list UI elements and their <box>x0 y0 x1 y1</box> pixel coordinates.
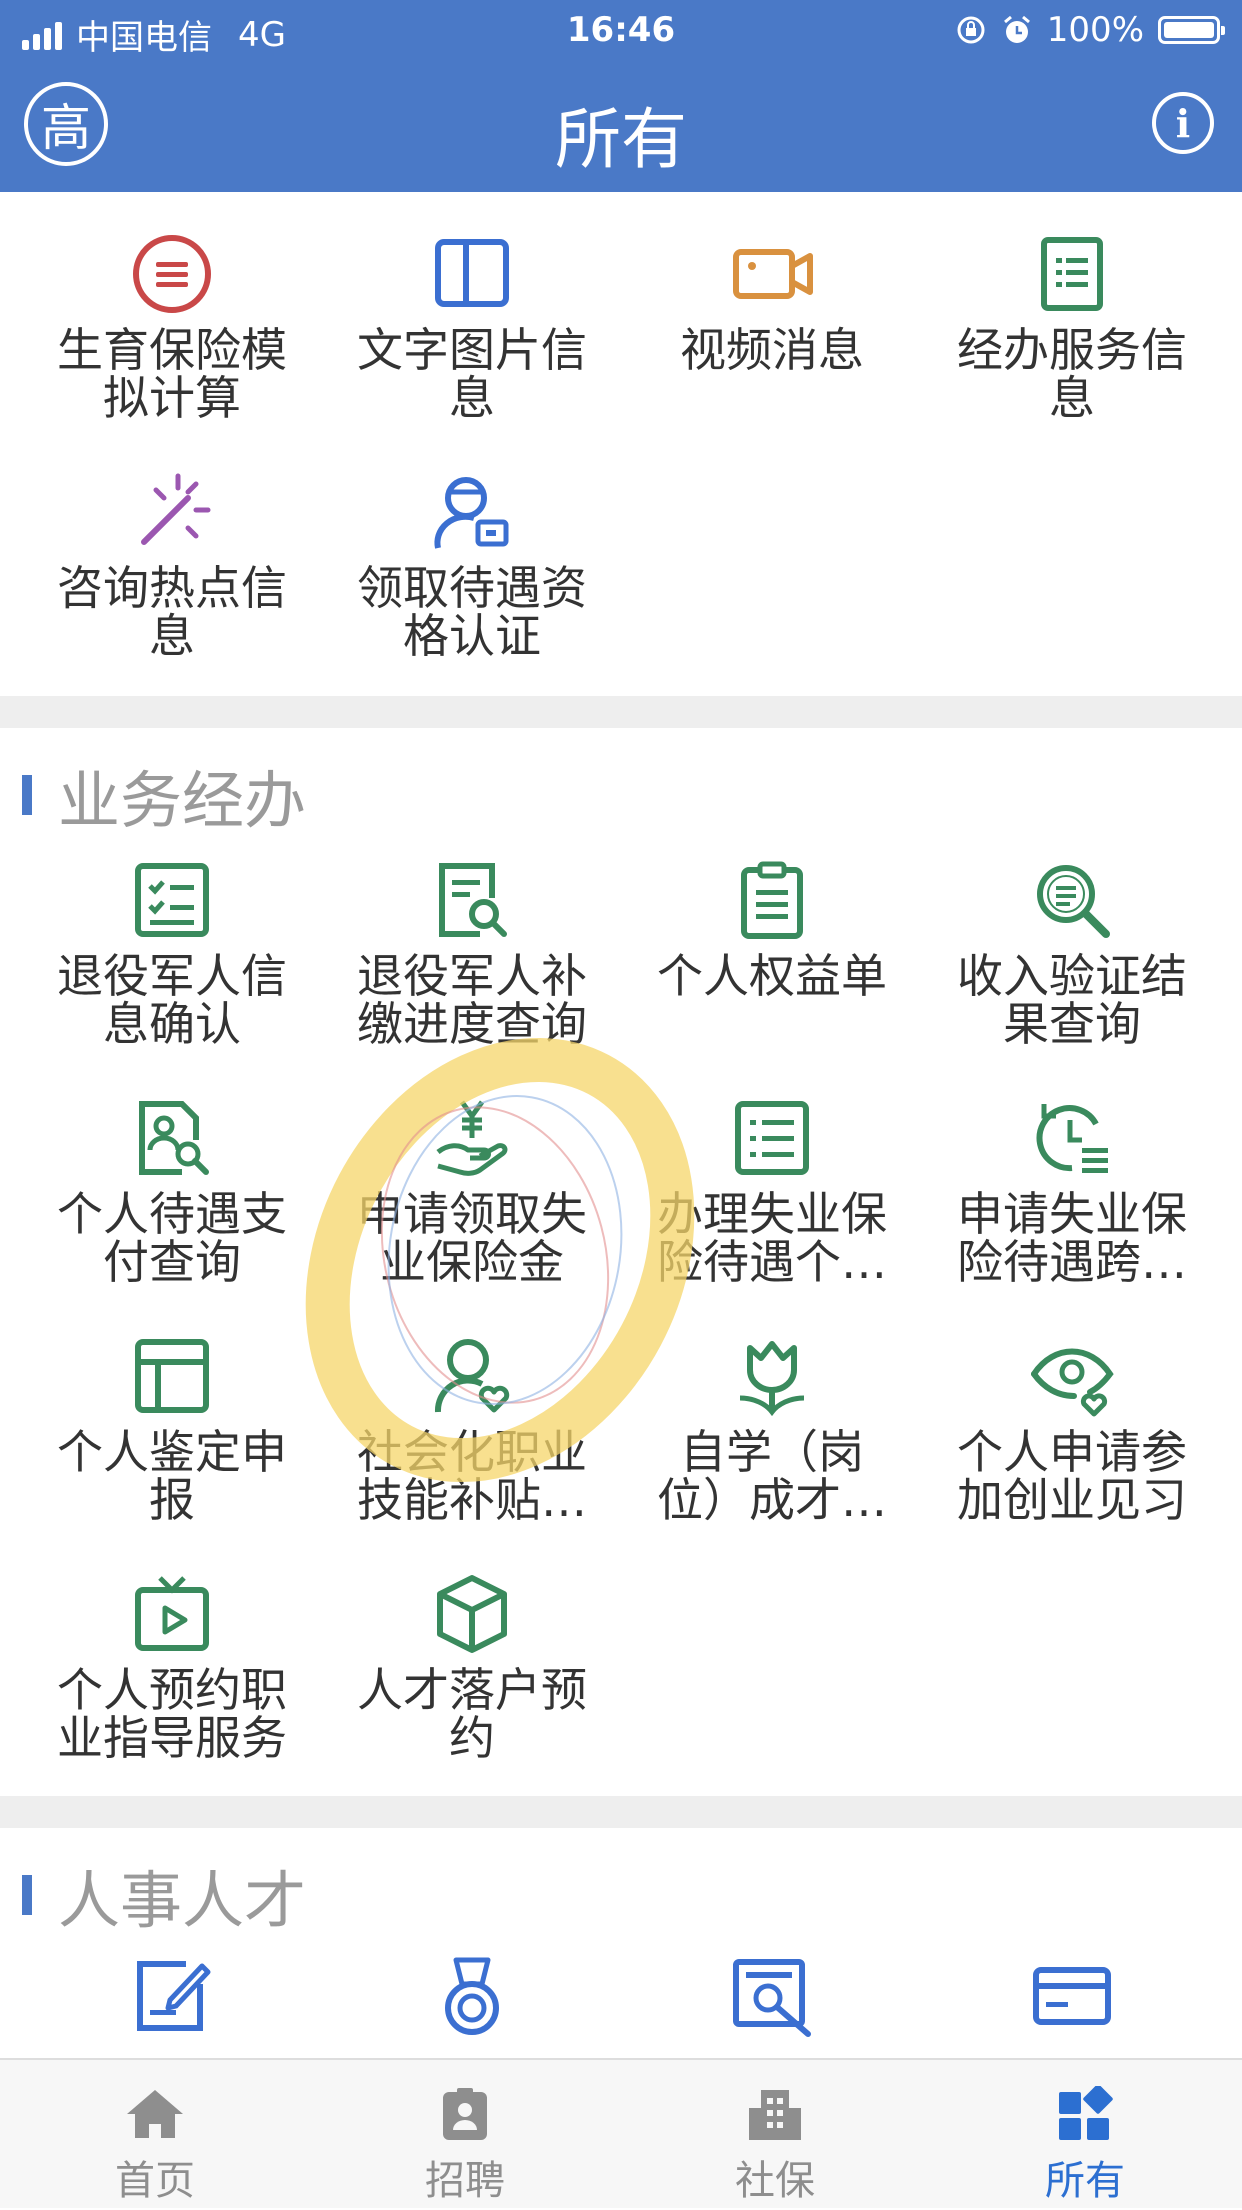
tile-startup-internship[interactable]: 个人申请参 加创业见习 <box>917 1334 1227 1524</box>
tile-personnel-4[interactable] <box>917 1954 1227 2038</box>
status-bar: 中国电信 4G 16:46 100% <box>0 0 1242 62</box>
yen-hand-icon <box>436 1100 508 1176</box>
tab-all[interactable]: 所有 <box>930 2060 1240 2210</box>
tile-label: 申请领取失 业保险金 <box>357 1187 587 1289</box>
tile-label: 个人鉴定申 报 <box>57 1425 287 1527</box>
tile-label: 收入验证结 果查询 <box>957 949 1187 1051</box>
edit-icon <box>137 1961 211 2031</box>
info-icon[interactable]: i <box>1152 92 1214 154</box>
tile-label: 生育保险模 拟计算 <box>57 323 287 425</box>
person-id-icon <box>434 477 509 549</box>
tab-label: 社保 <box>735 2158 815 2204</box>
personnel-grid <box>0 1954 1242 2058</box>
tile-hotspot-info[interactable]: 咨询热点信 息 <box>17 470 327 660</box>
tile-maternity-calc[interactable]: 生育保险模 拟计算 <box>17 232 327 422</box>
tile-label: 个人申请参 加创业见习 <box>957 1425 1187 1527</box>
tile-label: 退役军人补 缴进度查询 <box>357 949 587 1051</box>
tile-benefit-payment-query[interactable]: 个人待遇支 付查询 <box>17 1096 327 1286</box>
tile-label: 经办服务信 息 <box>957 323 1187 425</box>
tab-social-security[interactable]: 社保 <box>620 2060 930 2210</box>
clock-list-icon <box>1036 1104 1108 1173</box>
person-heart-icon <box>434 1339 510 1413</box>
tile-handle-unemployment-benefit[interactable]: 办理失业保 险待遇个… <box>617 1096 927 1286</box>
nav-bar: 高 所有 i <box>0 62 1242 192</box>
business-grid: 退役军人信 息确认 退役军人补 缴进度查询 个人权益单 收入验证结 果查询 个人… <box>0 858 1242 1778</box>
tab-label: 首页 <box>115 2158 195 2204</box>
tile-label: 文字图片信 息 <box>357 323 587 425</box>
list-icon <box>735 1101 809 1175</box>
tile-personnel-2[interactable] <box>317 1954 627 2038</box>
page-title: 所有 <box>555 101 687 178</box>
book-icon <box>435 239 509 307</box>
tile-personnel-3[interactable] <box>617 1954 927 2038</box>
grid-icon <box>1059 2086 1113 2140</box>
building-icon <box>749 2090 801 2140</box>
tile-veteran-info-confirm[interactable]: 退役军人信 息确认 <box>17 858 327 1048</box>
tile-talent-settlement-booking[interactable]: 人才落户预 约 <box>317 1572 627 1762</box>
rotation-lock-icon <box>957 16 985 44</box>
tile-label: 个人待遇支 付查询 <box>57 1187 287 1289</box>
tile-label: 个人预约职 业指导服务 <box>57 1663 287 1765</box>
medal-icon <box>445 1957 499 2035</box>
top-grid: 生育保险模 拟计算 文字图片信 息 视频消息 经办服务信 息 咨询热点信 息 领… <box>0 232 1242 672</box>
tile-label: 社会化职业 技能补贴… <box>357 1425 587 1527</box>
tab-label: 招聘 <box>425 2158 505 2204</box>
clipboard-icon <box>741 861 803 939</box>
battery-icon <box>1158 16 1225 44</box>
badge-person-icon <box>443 2088 487 2140</box>
list-circle-icon <box>133 235 211 313</box>
tile-income-verify-query[interactable]: 收入验证结 果查询 <box>917 858 1227 1048</box>
sparkle-icon <box>141 473 211 545</box>
tile-label: 自学（岗 位）成才… <box>657 1425 887 1527</box>
section-header-business: 业务经办 <box>22 750 306 840</box>
tile-service-info[interactable]: 经办服务信 息 <box>917 232 1227 422</box>
tile-veteran-payment-query[interactable]: 退役军人补 缴进度查询 <box>317 858 627 1048</box>
tile-self-study-talent[interactable]: 自学（岗 位）成才… <box>617 1334 927 1524</box>
section-title: 业务经办 <box>58 764 307 837</box>
tile-label: 办理失业保 险待遇个… <box>657 1187 887 1289</box>
tile-career-guidance-booking[interactable]: 个人预约职 业指导服务 <box>17 1572 327 1762</box>
video-icon <box>733 249 813 299</box>
document-list-icon <box>1041 237 1103 311</box>
battery-label: 100% <box>1046 10 1144 50</box>
document-search-icon <box>439 863 507 937</box>
tile-label: 人才落户预 约 <box>357 1663 587 1765</box>
magnifier-icon <box>1037 865 1110 938</box>
tile-label: 退役军人信 息确认 <box>57 949 287 1051</box>
tile-personal-rights[interactable]: 个人权益单 <box>617 858 927 1000</box>
tile-text-image-info[interactable]: 文字图片信 息 <box>317 232 627 422</box>
tulip-icon <box>739 1341 805 1417</box>
section-title: 人事人才 <box>58 1864 307 1937</box>
tile-label: 个人权益单 <box>657 949 887 1003</box>
card-icon <box>1033 1967 1111 2025</box>
section-divider <box>0 1796 1242 1828</box>
tile-video-message[interactable]: 视频消息 <box>617 232 927 374</box>
alarm-icon <box>1003 15 1030 43</box>
tile-label: 领取待遇资 格认证 <box>357 561 587 663</box>
tile-label: 申请失业保 险待遇跨… <box>957 1187 1187 1289</box>
tile-label: 视频消息 <box>680 323 864 377</box>
section-header-personnel: 人事人才 <box>22 1850 306 1940</box>
newspaper-search-icon <box>733 1959 811 2037</box>
section-divider <box>0 696 1242 728</box>
tile-label: 咨询热点信 息 <box>57 561 287 663</box>
tile-apply-unemployment-transfer[interactable]: 申请失业保 险待遇跨… <box>917 1096 1227 1286</box>
tab-recruit[interactable]: 招聘 <box>310 2060 620 2210</box>
eye-heart-icon <box>1031 1348 1114 1417</box>
tab-home[interactable]: 首页 <box>0 2060 310 2210</box>
tile-personnel-1[interactable] <box>17 1954 327 2038</box>
cube-icon <box>437 1575 507 1653</box>
person-search-icon <box>139 1101 209 1175</box>
tile-apply-unemployment-insurance[interactable]: 申请领取失 业保险金 <box>317 1096 627 1286</box>
checklist-icon <box>135 863 209 937</box>
tile-personal-appraisal[interactable]: 个人鉴定申 报 <box>17 1334 327 1524</box>
layout-icon <box>135 1339 209 1413</box>
tab-label: 所有 <box>1045 2158 1125 2204</box>
tab-bar: 首页 招聘 社保 所有 <box>0 2058 1242 2208</box>
tile-benefit-qualification[interactable]: 领取待遇资 格认证 <box>317 470 627 660</box>
home-icon <box>127 2090 183 2138</box>
tile-vocational-skill-subsidy[interactable]: 社会化职业 技能补贴… <box>317 1334 627 1524</box>
tv-play-icon <box>135 1576 209 1651</box>
